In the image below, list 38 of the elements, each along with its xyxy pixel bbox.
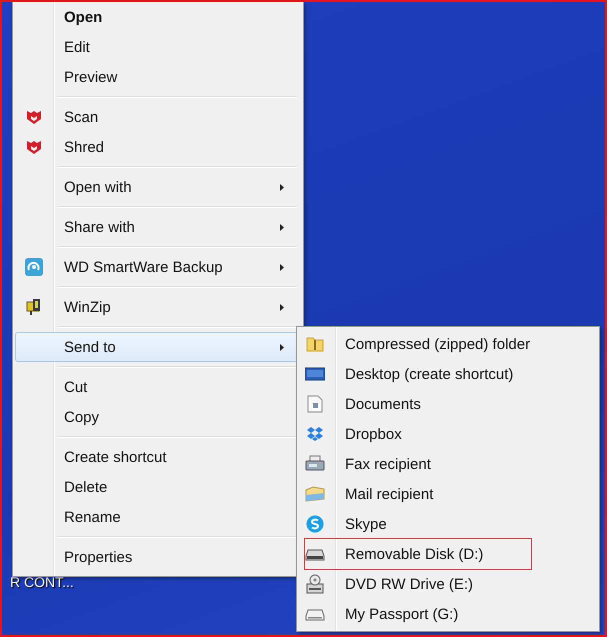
menu-item[interactable]: Dropbox xyxy=(297,419,599,449)
app-tile-icon xyxy=(25,258,43,276)
zip-folder-icon xyxy=(306,335,324,353)
chat-icon xyxy=(306,515,324,533)
desktop-icon-label[interactable]: R CONT... xyxy=(10,574,74,590)
menu-item[interactable]: Open with xyxy=(15,172,301,202)
drive-icon xyxy=(305,607,325,621)
menu-item[interactable]: Shred xyxy=(15,132,301,162)
menu-item[interactable]: My Passport (G:) xyxy=(297,599,599,629)
menu-item[interactable]: Share with xyxy=(15,212,301,242)
menu-item[interactable]: Preview xyxy=(15,62,301,92)
submenu-arrow-icon xyxy=(280,344,284,350)
menu-item[interactable]: Fax recipient xyxy=(297,449,599,479)
menu-item[interactable]: Open xyxy=(15,2,301,32)
diamonds-icon xyxy=(306,426,324,442)
desktop-icon xyxy=(305,366,325,382)
submenu-arrow-icon xyxy=(280,224,284,230)
mail-icon xyxy=(305,486,325,502)
menu-item[interactable]: Mail recipient xyxy=(297,479,599,509)
menu-item[interactable]: Desktop (create shortcut) xyxy=(297,359,599,389)
menu-item[interactable]: Removable Disk (D:) xyxy=(297,539,599,569)
zip-app-icon xyxy=(25,298,43,316)
dvd-drive-icon xyxy=(306,574,324,594)
submenu-arrow-icon xyxy=(280,184,284,190)
fax-icon xyxy=(305,455,325,473)
submenu-arrow-icon xyxy=(280,304,284,310)
drive-icon xyxy=(305,547,325,561)
menu-item[interactable]: Documents xyxy=(297,389,599,419)
menu-item[interactable]: WinZip xyxy=(15,292,301,322)
submenu-arrow-icon xyxy=(280,264,284,270)
menu-item[interactable]: Scan xyxy=(15,102,301,132)
menu-item[interactable]: Skype xyxy=(297,509,599,539)
menu-item[interactable]: WD SmartWare Backup xyxy=(15,252,301,282)
menu-item[interactable]: DVD RW Drive (E:) xyxy=(297,569,599,599)
shield-icon xyxy=(26,109,42,125)
shield-icon xyxy=(26,139,42,155)
document-icon xyxy=(307,395,323,413)
menu-item[interactable]: Edit xyxy=(15,32,301,62)
